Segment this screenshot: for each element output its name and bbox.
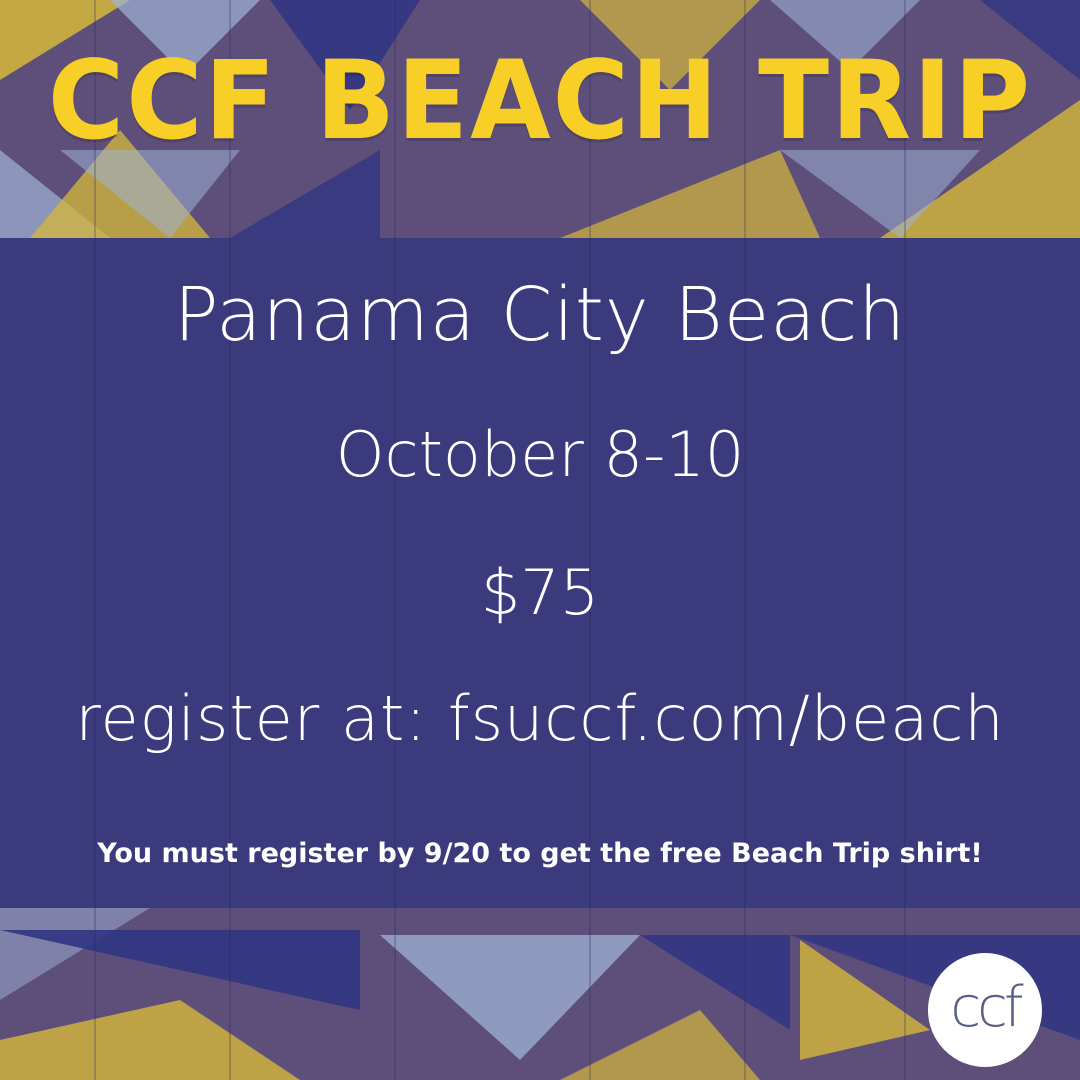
event-price: $75 [480, 556, 600, 629]
ccf-logo: ccf [928, 953, 1042, 1067]
event-location: Panama City Beach [173, 272, 907, 358]
registration-deadline-note: You must register by 9/20 to get the fre… [97, 838, 983, 869]
event-dates: October 8-10 [335, 418, 745, 491]
registration-link-text: register at: fsuccf.com/beach [75, 682, 1005, 755]
beach-trip-poster: CCF BEACH TRIP Panama City Beach October… [0, 0, 1080, 1080]
ccf-logo-text: ccf [950, 975, 1023, 1040]
event-title: CCF BEACH TRIP [47, 35, 1033, 165]
